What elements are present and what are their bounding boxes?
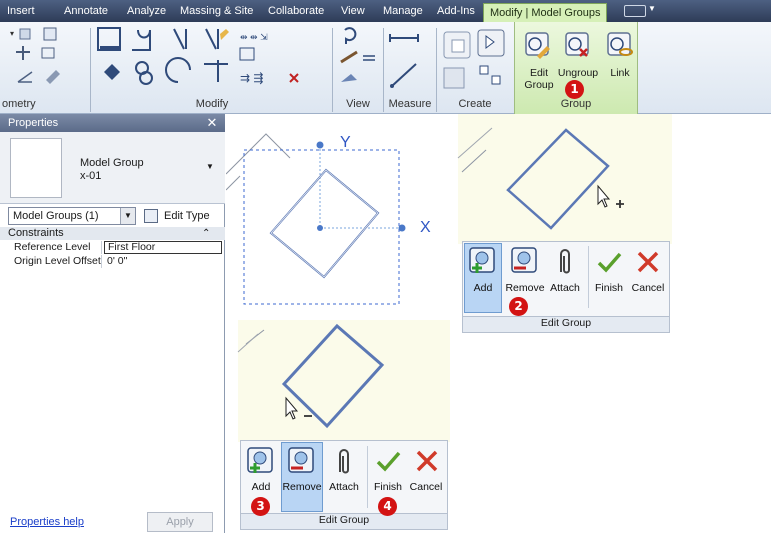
panel-label-measure: Measure: [388, 98, 432, 110]
create-tools-icon[interactable]: [440, 28, 512, 94]
ungroup-button[interactable]: Ungroup: [555, 67, 601, 79]
cancel-button[interactable]: Cancel: [406, 481, 446, 493]
panel-label-view: View: [346, 98, 370, 110]
edit-group-panel-label: Edit Group: [241, 513, 447, 529]
remove-from-group-icon[interactable]: [510, 246, 540, 278]
panel-label-modify: Modify: [195, 98, 229, 110]
grid-divider: [101, 241, 102, 254]
remove-button[interactable]: Remove: [503, 282, 547, 294]
svg-text:▾: ▾: [10, 29, 14, 38]
edit-type-button[interactable]: Edit Type: [142, 206, 222, 226]
cancel-x-icon[interactable]: [415, 449, 439, 473]
tab-massing-site[interactable]: Massing & Site: [180, 0, 253, 22]
tab-analyze[interactable]: Analyze: [127, 0, 166, 22]
checkmark-icon[interactable]: [375, 449, 401, 475]
collapse-chevron-icon[interactable]: ⌃: [202, 227, 214, 240]
edit-group-panel-label: Edit Group: [463, 316, 669, 332]
remove-label: Remove: [282, 481, 322, 493]
y-axis-label: Y: [340, 134, 351, 151]
type-preview-image: [10, 138, 62, 198]
panel-divider: [90, 28, 91, 112]
tab-add-ins[interactable]: Add-Ins: [437, 0, 475, 22]
panel-visibility-toggle[interactable]: [624, 5, 646, 17]
attach-button[interactable]: Attach: [324, 481, 364, 493]
chevron-down-icon[interactable]: ▼: [648, 4, 656, 13]
paperclip-icon[interactable]: [332, 446, 356, 478]
type-name: Model Group: [80, 157, 144, 169]
paperclip-icon[interactable]: [553, 246, 577, 278]
measure-tools-icon[interactable]: [386, 28, 434, 94]
property-value-input[interactable]: First Floor: [104, 241, 222, 254]
panel-label-geometry: ometry: [2, 98, 36, 110]
type-subname: x-01: [80, 170, 102, 182]
chevron-down-icon[interactable]: ▼: [206, 162, 216, 171]
constraints-section-header[interactable]: Constraints: [0, 227, 225, 240]
svg-text:⇹ ⇹ ⇲: ⇹ ⇹ ⇲: [240, 32, 268, 42]
view-tools-icon[interactable]: [335, 26, 385, 96]
svg-text:⇉ ⇶: ⇉ ⇶: [240, 71, 263, 85]
callout-badge-2: 2: [509, 297, 528, 316]
tab-annotate[interactable]: Annotate: [64, 0, 108, 22]
add-to-group-icon[interactable]: [246, 446, 276, 478]
link-icon[interactable]: [605, 30, 635, 62]
add-button[interactable]: Add: [244, 481, 278, 493]
properties-title: Properties: [0, 114, 225, 132]
edit-group-button[interactable]: Edit Group: [519, 67, 559, 91]
panel-label-create: Create: [458, 98, 492, 110]
callout-badge-1: 1: [565, 80, 584, 99]
toolbar-divider: [367, 446, 368, 508]
geometry-tools-icon[interactable]: ▾: [6, 26, 86, 96]
toolbar-divider: [588, 246, 589, 308]
cancel-button[interactable]: Cancel: [628, 282, 668, 294]
link-button[interactable]: Link: [605, 67, 635, 79]
finish-button[interactable]: Finish: [371, 481, 405, 493]
attach-button[interactable]: Attach: [545, 282, 585, 294]
property-row[interactable]: Origin Level Offset 0' 0": [8, 255, 218, 268]
callout-badge-4: 4: [378, 497, 397, 516]
close-icon[interactable]: ✕: [204, 114, 220, 132]
property-key: Origin Level Offset: [14, 255, 101, 267]
add-label: Add: [473, 282, 493, 294]
callout-badge-3: 3: [251, 497, 270, 516]
add-to-group-icon: [469, 247, 495, 273]
tab-view[interactable]: View: [341, 0, 365, 22]
tab-insert[interactable]: Insert: [7, 0, 35, 22]
remove-from-group-icon: [288, 447, 314, 473]
property-value-input[interactable]: 0' 0": [104, 255, 222, 268]
chevron-down-icon[interactable]: ▼: [120, 208, 135, 224]
ungroup-icon[interactable]: [563, 30, 593, 62]
x-axis-label: X: [420, 219, 431, 236]
tab-modify-model-groups[interactable]: Modify | Model Groups: [483, 3, 608, 22]
property-key: Reference Level: [14, 241, 91, 253]
apply-button[interactable]: Apply: [147, 512, 213, 532]
grid-divider: [101, 255, 102, 268]
finish-button[interactable]: Finish: [592, 282, 626, 294]
tab-manage[interactable]: Manage: [383, 0, 423, 22]
tab-collaborate[interactable]: Collaborate: [268, 0, 324, 22]
properties-help-link[interactable]: Properties help: [10, 516, 84, 528]
edit-group-icon[interactable]: [523, 30, 553, 62]
checkmark-icon[interactable]: [596, 250, 622, 276]
modify-tools-icon[interactable]: ⇹ ⇹ ⇲ ⇉ ⇶: [94, 26, 324, 96]
cancel-x-icon[interactable]: [636, 250, 660, 274]
instance-filter-select[interactable]: Model Groups (1): [8, 207, 136, 225]
property-row[interactable]: Reference Level First Floor: [8, 241, 222, 254]
